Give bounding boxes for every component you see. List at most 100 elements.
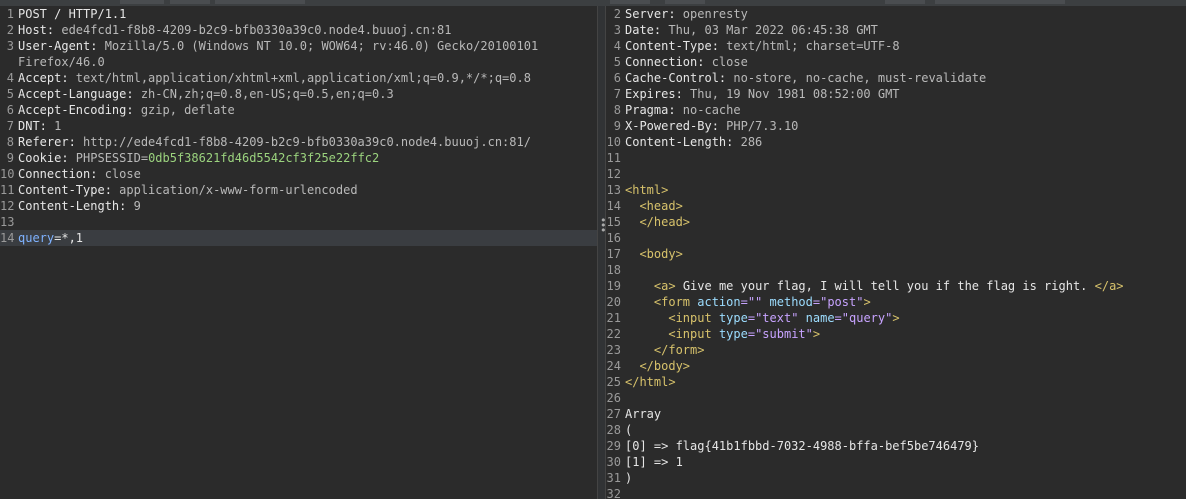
toolbar-tab-segment[interactable] xyxy=(120,0,164,4)
body-text: ( xyxy=(625,423,633,437)
html-tag: > xyxy=(812,327,821,341)
response-line[interactable]: 20 <form action="" method="post"> xyxy=(606,294,1186,310)
header-name: Connection: xyxy=(625,55,705,69)
request-line[interactable]: 3 User-Agent: Mozilla/5.0 (Windows NT 10.… xyxy=(0,38,597,54)
response-line[interactable]: 28 ( xyxy=(606,422,1186,438)
request-line[interactable]: 2 Host: ede4fcd1-f8b8-4209-b2c9-bfb0330a3… xyxy=(0,22,597,38)
response-line[interactable]: 31) xyxy=(606,470,1186,486)
response-line[interactable]: 7 Expires: Thu, 19 Nov 1981 08:52:00 GMT xyxy=(606,86,1186,102)
response-line[interactable]: 4 Content-Type: text/html; charset=UTF-8 xyxy=(606,38,1186,54)
request-line[interactable]: 11 Content-Type: application/x-www-form-u… xyxy=(0,182,597,198)
response-line[interactable]: 23 </form> xyxy=(606,342,1186,358)
response-line[interactable]: 10 Content-Length: 286 xyxy=(606,134,1186,150)
toolbar-tab-segment[interactable] xyxy=(215,0,305,4)
response-line[interactable]: 13 <html> xyxy=(606,182,1186,198)
header-value: 286 xyxy=(733,135,763,149)
toolbar-tab-segment[interactable] xyxy=(665,0,705,4)
line-number: 31 xyxy=(606,471,621,485)
request-line[interactable]: 5 Accept-Language: zh-CN,zh;q=0.8,en-US;q… xyxy=(0,86,597,102)
response-line[interactable]: 16 xyxy=(606,230,1186,246)
response-line[interactable]: 14 <head> xyxy=(606,198,1186,214)
response-line[interactable]: 2 Server: openresty xyxy=(606,6,1186,22)
line-number: 9 xyxy=(613,119,621,133)
request-line[interactable]: 13 xyxy=(0,214,597,230)
header-name: POST / HTTP/1.1 xyxy=(18,7,127,21)
response-line[interactable]: 21 <input type="text" name="query"> xyxy=(606,310,1186,326)
response-line[interactable]: 12 xyxy=(606,166,1186,182)
response-line[interactable]: 3 Date: Thu, 03 Mar 2022 06:45:38 GMT xyxy=(606,22,1186,38)
line-number: 4 xyxy=(613,39,621,53)
response-line[interactable]: 19 <a> Give me your flag, I will tell yo… xyxy=(606,278,1186,294)
header-name: Cache-Control: xyxy=(625,71,727,85)
line-number: 28 xyxy=(606,423,621,437)
response-line[interactable]: 25 </html> xyxy=(606,374,1186,390)
toolbar-tab-segment[interactable] xyxy=(610,0,650,4)
header-name: Host: xyxy=(18,23,55,37)
response-line[interactable]: 9 X-Powered-By: PHP/7.3.10 xyxy=(606,118,1186,134)
header-name: Content-Length: xyxy=(18,199,127,213)
request-editor[interactable]: 1 POST / HTTP/1.1 2 Host: ede4fcd1-f8b8-420… xyxy=(0,6,597,499)
response-line[interactable]: 30 [1] => 1 xyxy=(606,454,1186,470)
response-line[interactable]: 18 xyxy=(606,262,1186,278)
line-number: 13 xyxy=(0,215,15,229)
request-line[interactable]: Firefox/46.0 xyxy=(0,54,597,70)
response-line[interactable]: 17 <body> xyxy=(606,246,1186,262)
request-line[interactable]: 12 Content-Length: 9 xyxy=(0,198,597,214)
response-line[interactable]: 24 </body> xyxy=(606,358,1186,374)
header-value: 9 xyxy=(126,199,141,213)
pane-splitter[interactable]: • • • xyxy=(597,6,607,499)
line-number: 8 xyxy=(613,103,621,117)
line-number: 30 xyxy=(606,455,621,469)
response-line[interactable]: 29 [0] => flag{41b1fbbd-7032-4988-bffa-be… xyxy=(606,438,1186,454)
html-attr: name xyxy=(798,311,835,325)
response-viewer[interactable]: 2 Server: openresty 3 Date: Thu, 03 Mar 202… xyxy=(606,6,1186,499)
line-number: 12 xyxy=(606,167,621,181)
toolbar-tab-segment[interactable] xyxy=(170,0,210,4)
request-line[interactable]: 8 Referer: http://ede4fcd1-f8b8-4209-b2c9… xyxy=(0,134,597,150)
request-line[interactable]: 6 Accept-Encoding: gzip, deflate xyxy=(0,102,597,118)
toolbar-tab-segment[interactable] xyxy=(885,0,925,4)
line-number: 24 xyxy=(606,359,621,373)
request-line[interactable]: 9 Cookie: PHPSESSID=0db5f38621fd46d5542cf… xyxy=(0,150,597,166)
html-attr-value: ="query" xyxy=(834,311,893,325)
line-number: 19 xyxy=(606,279,621,293)
header-value: text/html,application/xhtml+xml,applicat… xyxy=(68,71,531,85)
header-name: Content-Type: xyxy=(625,39,719,53)
header-name: Accept: xyxy=(18,71,69,85)
header-value: Mozilla/5.0 (Windows NT 10.0; WOW64; rv:… xyxy=(97,39,539,53)
response-line[interactable]: 5 Connection: close xyxy=(606,54,1186,70)
line-number: 25 xyxy=(606,375,621,389)
line-number: 11 xyxy=(0,183,15,197)
body-text: [1] => 1 xyxy=(625,455,683,469)
response-line[interactable]: 26 xyxy=(606,390,1186,406)
line-number: 5 xyxy=(6,87,14,101)
header-value: 1 xyxy=(46,119,62,133)
request-line[interactable]: 1 POST / HTTP/1.1 xyxy=(0,6,597,22)
request-line[interactable]: 4 Accept: text/html,application/xhtml+xml… xyxy=(0,70,597,86)
request-line[interactable]: 14 query=*,1 xyxy=(0,230,597,246)
header-name: Accept-Language: xyxy=(18,87,134,101)
html-attr-value: ="post" xyxy=(812,295,864,309)
header-value: ede4fcd1-f8b8-4209-b2c9-bfb0330a39c0.nod… xyxy=(54,23,452,37)
response-line[interactable]: 15 </head> xyxy=(606,214,1186,230)
response-line[interactable]: 27 Array xyxy=(606,406,1186,422)
response-line[interactable]: 22 <input type="submit"> xyxy=(606,326,1186,342)
header-name: X-Powered-By: xyxy=(625,119,719,133)
html-tag: <input xyxy=(668,311,712,325)
response-line[interactable]: 8 Pragma: no-cache xyxy=(606,102,1186,118)
header-value: Thu, 03 Mar 2022 06:45:38 GMT xyxy=(661,23,878,37)
response-line[interactable]: 32 xyxy=(606,486,1186,499)
response-line[interactable]: 11 xyxy=(606,150,1186,166)
response-line[interactable]: 6 Cache-Control: no-store, no-cache, must… xyxy=(606,70,1186,86)
toolbar-tab-segment[interactable] xyxy=(935,0,1065,4)
body-text: ) xyxy=(625,471,633,485)
header-value: close xyxy=(97,167,141,181)
line-number: 14 xyxy=(606,199,621,213)
line-number: 20 xyxy=(606,295,621,309)
line-number: 5 xyxy=(613,55,621,69)
request-line[interactable]: 10 Connection: close xyxy=(0,166,597,182)
request-line[interactable]: 7 DNT: 1 xyxy=(0,118,597,134)
header-value: gzip, deflate xyxy=(133,103,235,117)
